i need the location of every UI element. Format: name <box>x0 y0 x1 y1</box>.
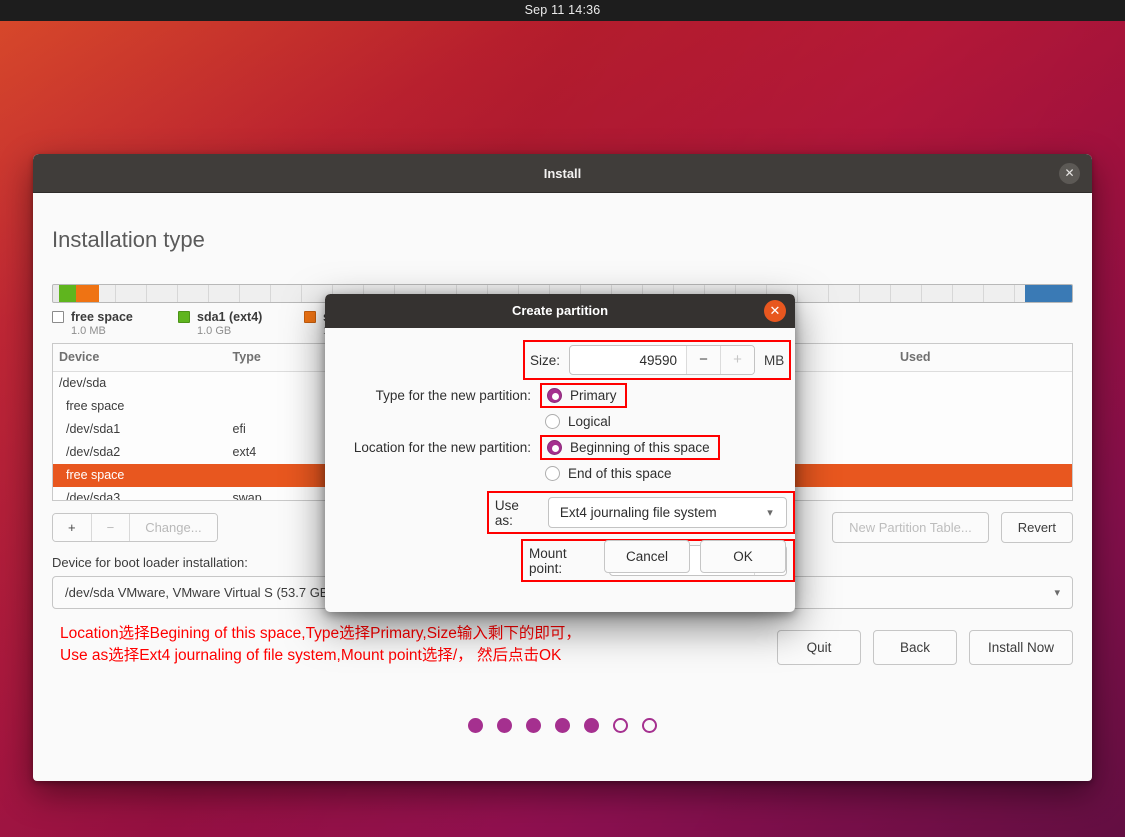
cell-used <box>894 487 1072 501</box>
cell-device: /dev/sda1 <box>66 422 121 436</box>
type-primary-row: Type for the new partition: Primary <box>325 383 795 408</box>
radio-selected-icon <box>547 388 562 403</box>
size-label: Size: <box>530 352 561 368</box>
back-button[interactable]: Back <box>872 630 957 665</box>
legend-swatch-icon <box>304 311 316 323</box>
window-titlebar: Install ✕ <box>33 154 1092 193</box>
size-decrement-button[interactable]: − <box>686 346 721 374</box>
remove-partition-button[interactable]: − <box>91 514 131 541</box>
chevron-down-icon: ▾ <box>767 507 773 519</box>
location-label: Location for the new partition: <box>353 440 531 455</box>
legend-label: sda1 (ext4) <box>197 310 263 324</box>
legend-swatch-icon <box>178 311 190 323</box>
cell-type: efi <box>232 422 246 436</box>
window-title: Install <box>543 166 582 181</box>
size-field-highlight: Size: 49590 − + MB <box>523 340 792 380</box>
size-spinner[interactable]: 49590 − + <box>569 345 756 375</box>
add-partition-button[interactable]: + <box>53 514 92 541</box>
type-logical-row: Logical <box>325 411 795 432</box>
dialog-title: Create partition <box>511 303 609 318</box>
location-end-label: End of this space <box>568 466 672 481</box>
install-now-button[interactable]: Install Now <box>968 630 1073 665</box>
size-input[interactable]: 49590 <box>570 353 686 368</box>
column-header-type: Type <box>226 344 334 372</box>
quit-button[interactable]: Quit <box>776 630 861 665</box>
column-header-device: Device <box>53 344 227 372</box>
cell-type <box>227 372 334 395</box>
column-header-used: Used <box>893 344 1072 372</box>
clock: Sep 11 14:36 <box>524 3 601 17</box>
progress-dots <box>33 718 1092 733</box>
type-logical-option[interactable]: Logical <box>540 411 619 432</box>
type-primary-option[interactable]: Primary <box>540 383 627 408</box>
partition-segment <box>76 285 99 302</box>
use-as-row: Use as: Ext4 journaling file system ▾ <box>325 491 795 534</box>
progress-dot <box>555 718 570 733</box>
progress-dot <box>526 718 541 733</box>
location-end-row: End of this space <box>325 463 795 484</box>
radio-unselected-icon <box>545 466 560 481</box>
change-partition-button[interactable]: Change... <box>130 514 217 541</box>
bootloader-device-value: /dev/sda VMware, VMware Virtual S (53.7 … <box>65 585 333 600</box>
cell-device: /dev/sda <box>59 376 107 391</box>
cell-type <box>227 395 334 418</box>
type-primary-label: Primary <box>570 388 617 403</box>
mount-point-label: Mount point: <box>529 545 567 576</box>
cell-type: swap <box>232 491 262 501</box>
use-as-select[interactable]: Ext4 journaling file system ▾ <box>547 497 787 528</box>
progress-dot <box>468 718 483 733</box>
cell-device: free space <box>66 399 125 413</box>
use-as-highlight: Use as: Ext4 journaling file system ▾ <box>486 491 795 534</box>
desktop-top-panel: Sep 11 14:36 <box>0 0 1125 21</box>
location-beginning-option[interactable]: Beginning of this space <box>540 435 720 460</box>
cell-used <box>894 441 1072 464</box>
type-label: Type for the new partition: <box>375 388 531 403</box>
legend-swatch-icon <box>52 311 64 323</box>
radio-selected-icon <box>547 440 562 455</box>
cancel-button[interactable]: Cancel <box>604 540 690 573</box>
type-logical-label: Logical <box>568 414 611 429</box>
cell-used <box>894 395 1072 418</box>
size-unit-label: MB <box>764 352 785 368</box>
cell-device: /dev/sda3 <box>66 491 121 501</box>
progress-dot <box>613 718 628 733</box>
size-row: Size: 49590 − + MB <box>325 340 795 380</box>
cell-type <box>226 463 334 487</box>
legend-item: free space 1.0 MB <box>52 310 156 337</box>
radio-unselected-icon <box>545 414 560 429</box>
cell-type: ext4 <box>232 445 257 459</box>
chevron-down-icon: ▾ <box>1054 587 1060 599</box>
cell-used <box>894 418 1072 441</box>
new-partition-table-button[interactable]: New Partition Table... <box>832 512 989 543</box>
close-icon[interactable]: ✕ <box>1059 163 1080 184</box>
partition-segment <box>1025 285 1072 302</box>
location-end-option[interactable]: End of this space <box>540 463 680 484</box>
progress-dot <box>584 718 599 733</box>
legend-size: 1.0 MB <box>71 325 106 337</box>
use-as-label: Use as: <box>494 497 519 528</box>
progress-dot <box>497 718 512 733</box>
page-title: Installation type <box>52 227 205 252</box>
create-partition-dialog: Create partition ✕ Size: 49590 − + MB Ty… <box>325 294 795 612</box>
cell-used <box>894 372 1072 395</box>
location-beginning-label: Beginning of this space <box>570 440 710 455</box>
legend-size: 1.0 GB <box>197 325 232 337</box>
cell-device: free space <box>53 463 227 487</box>
navigation-buttons: Quit Back Install Now <box>776 630 1073 665</box>
size-increment-button[interactable]: + <box>720 346 755 374</box>
ok-button[interactable]: OK <box>700 540 786 573</box>
dialog-action-buttons: Cancel OK <box>604 540 786 573</box>
dialog-titlebar: Create partition ✕ <box>325 294 795 328</box>
partition-segment <box>59 285 77 302</box>
cell-device: /dev/sda2 <box>66 445 121 459</box>
use-as-value: Ext4 journaling file system <box>559 505 717 520</box>
revert-button[interactable]: Revert <box>1000 512 1073 543</box>
legend-label: free space <box>71 310 133 324</box>
close-icon[interactable]: ✕ <box>764 300 786 322</box>
cell-used <box>893 463 1072 487</box>
progress-dot <box>642 718 657 733</box>
dialog-body: Size: 49590 − + MB Type for the new part… <box>325 328 795 582</box>
location-beginning-row: Location for the new partition: Beginnin… <box>325 435 795 460</box>
legend-item: sda1 (ext4) 1.0 GB <box>178 310 282 337</box>
